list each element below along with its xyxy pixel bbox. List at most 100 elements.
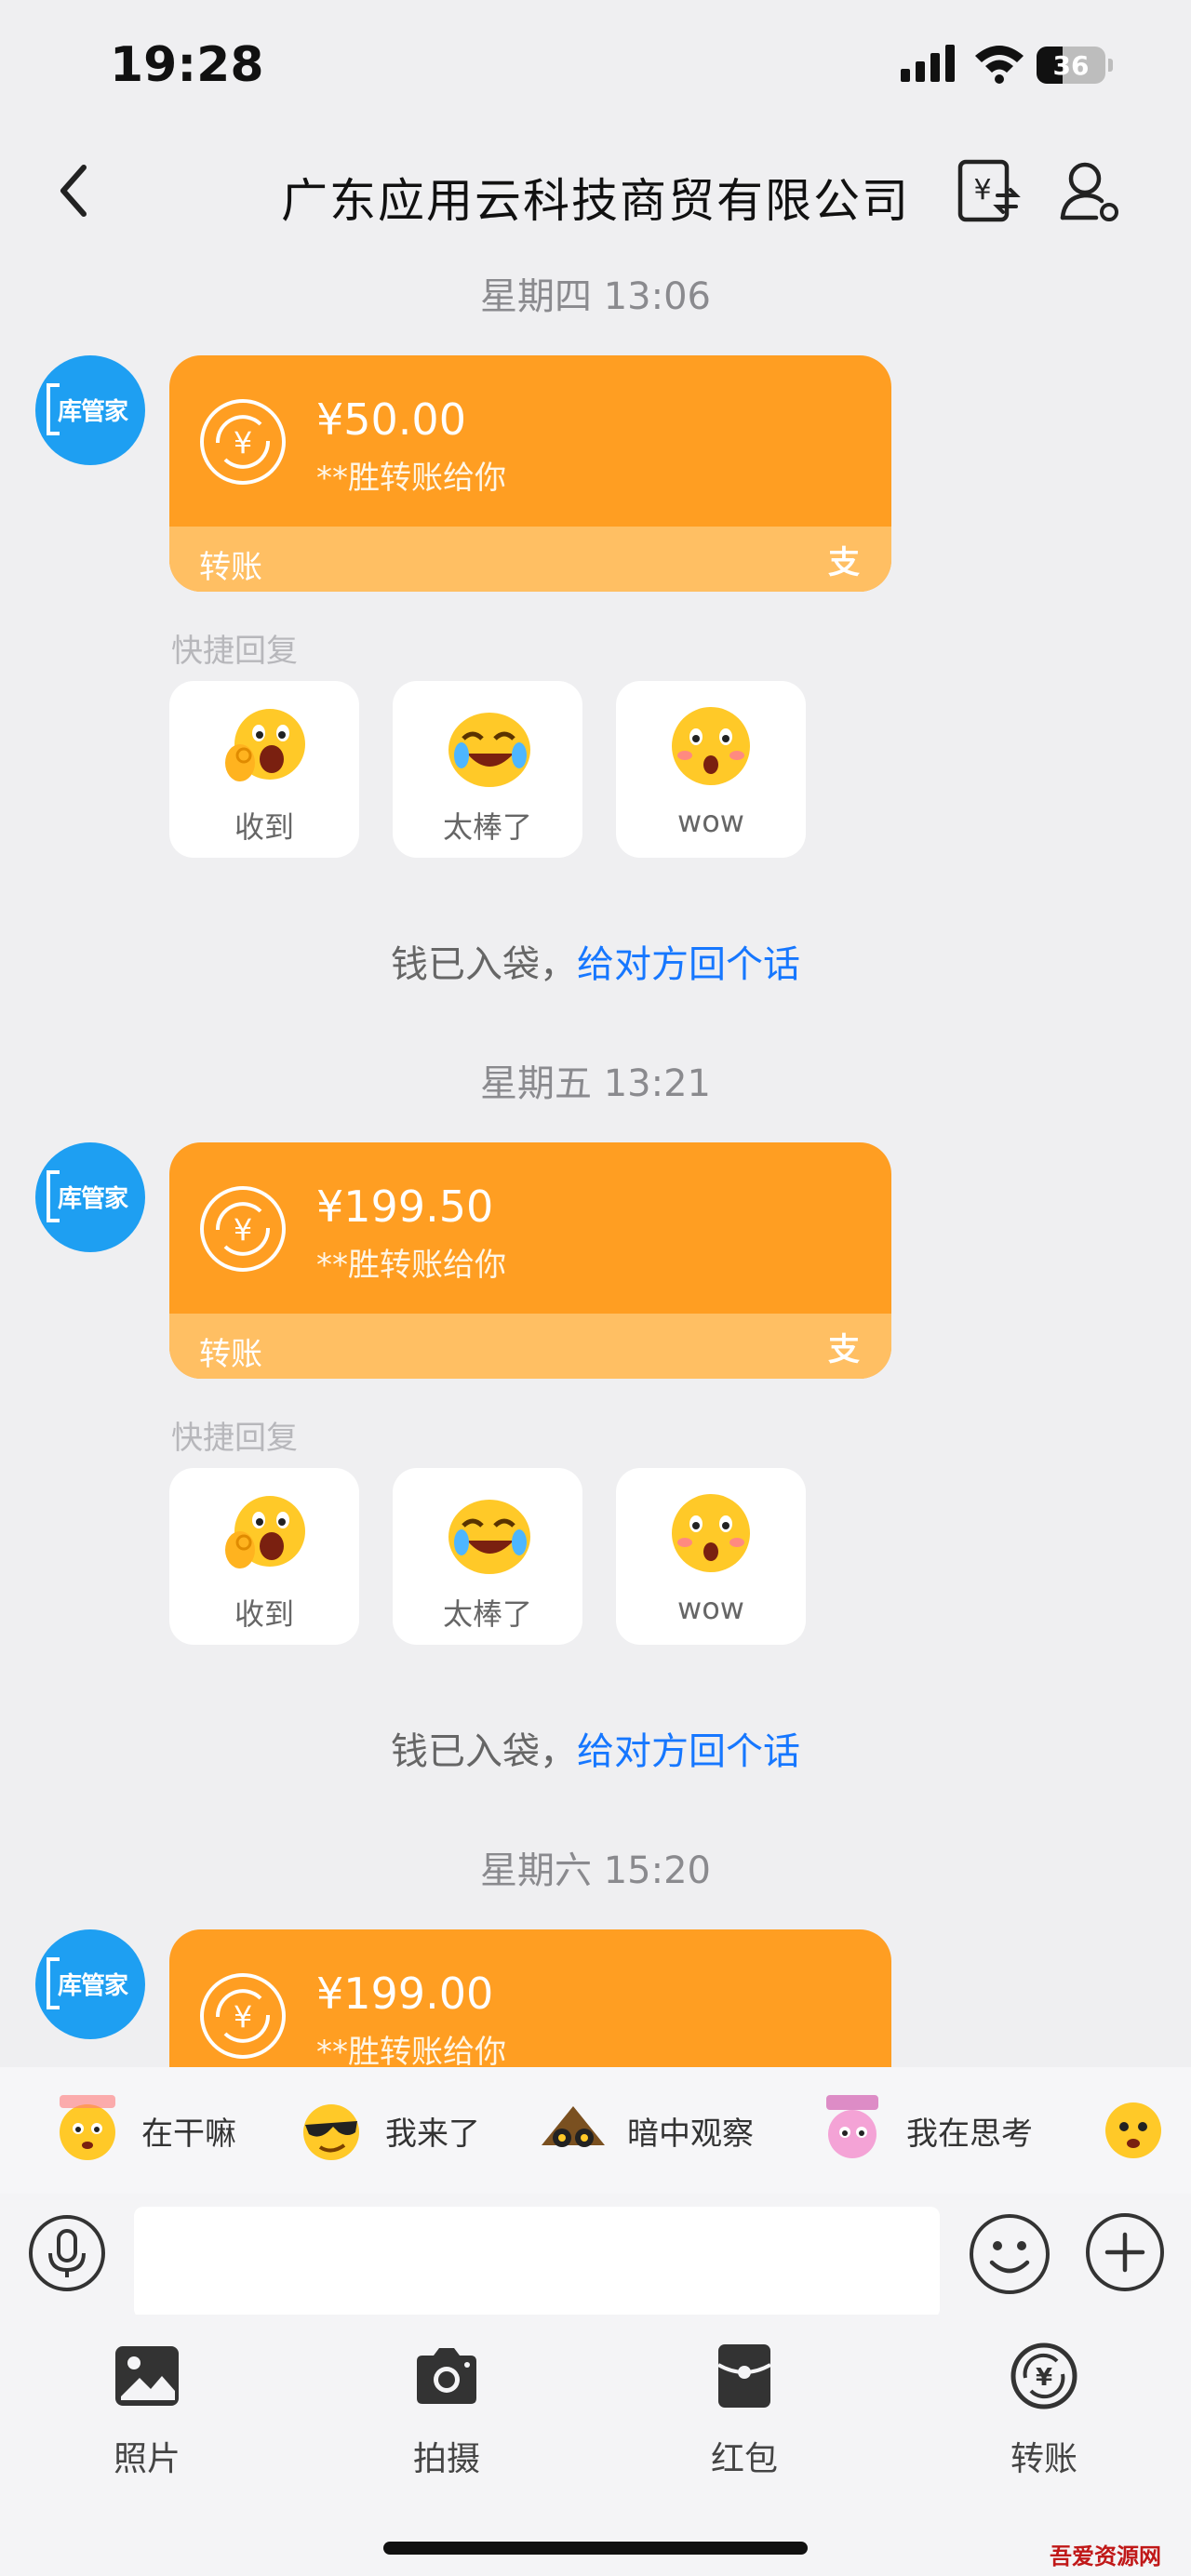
battery-level: 36: [1052, 50, 1090, 81]
sticker-label: 暗中观察: [627, 2116, 754, 2153]
camera-icon: [417, 2348, 476, 2404]
sticker-what-doing[interactable]: 在干嘛: [52, 2093, 257, 2168]
transfer-card[interactable]: ¥ ¥50.00 **胜转账给你 转账 支: [169, 355, 891, 592]
svg-text:支: 支: [828, 1331, 860, 1368]
alipay-logo-icon: 支: [828, 1331, 860, 1368]
more-plus-icon[interactable]: [1085, 2212, 1165, 2292]
quick-reply-text: 收到: [234, 809, 294, 845]
action-label: 拍摄: [412, 2440, 480, 2478]
quick-reply-label: 快捷回复: [171, 633, 298, 670]
quick-reply-wow[interactable]: wow: [616, 681, 806, 858]
message-timestamp: 星期五 13:21: [480, 1062, 711, 1105]
quick-reply-great[interactable]: 太棒了: [393, 681, 582, 858]
chat-profile-icon[interactable]: [1057, 158, 1124, 225]
status-time: 19:28: [110, 37, 264, 93]
action-transfer[interactable]: ¥ 转账: [970, 2342, 1118, 2482]
quick-reply-wow[interactable]: wow: [616, 1468, 806, 1645]
transfer-amount: ¥199.50: [316, 1181, 494, 1232]
home-indicator[interactable]: [383, 2542, 808, 2555]
message-input[interactable]: [134, 2207, 940, 2318]
quick-reply-text: 收到: [234, 1596, 294, 1632]
surprised-face-emoji-icon: [672, 707, 750, 785]
quick-reply-text: wow: [677, 804, 744, 839]
action-label: 红包: [710, 2440, 778, 2478]
message-timestamp: 星期六 15:20: [480, 1849, 711, 1892]
chat-title: 广东应用云科技商贸有限公司: [281, 174, 910, 228]
action-photos[interactable]: 照片: [73, 2342, 221, 2482]
ok-hand-emoji-icon: [225, 1496, 305, 1568]
transfer-card[interactable]: ¥ ¥199.00 **胜转账给你: [169, 1929, 891, 2067]
sticker-label: 我在思考: [906, 2116, 1033, 2153]
transfer-note: **胜转账给你: [316, 2034, 506, 2067]
quick-reply-received[interactable]: 收到: [169, 681, 359, 858]
sunglasses-face-emoji-icon: [303, 2104, 359, 2160]
sticker-suggestion-strip: 在干嘛 我来了 暗中观察 我在思考: [0, 2067, 1191, 2194]
transfer-card-footer: 转账 支: [169, 1314, 891, 1379]
svg-text:支: 支: [828, 544, 860, 581]
received-text: 钱已入袋，: [391, 943, 577, 986]
watermark: 吾爱资源网: [1050, 2543, 1161, 2569]
action-red-packet[interactable]: 红包: [670, 2342, 819, 2482]
wifi-icon: [975, 46, 1024, 84]
received-notice: 钱已入袋，给对方回个话: [0, 934, 1191, 988]
thinking-face-emoji-icon: [826, 2095, 878, 2158]
sticker-thinking[interactable]: 我在思考: [817, 2093, 1059, 2168]
photo-icon: [115, 2346, 179, 2406]
transfer-card-footer: 转账 支: [169, 527, 891, 592]
transfer-note: **胜转账给你: [316, 460, 506, 497]
action-label: 照片: [113, 2440, 181, 2478]
transfer-icon: ¥: [1010, 2342, 1077, 2409]
battery-icon: 36: [1037, 47, 1113, 84]
transfer-card[interactable]: ¥ ¥199.50 **胜转账给你 转账 支: [169, 1142, 891, 1379]
transfer-note: **胜转账给你: [316, 1247, 506, 1284]
reply-link[interactable]: 给对方回个话: [577, 943, 800, 986]
sticker-partial[interactable]: [1098, 2093, 1191, 2168]
voice-mic-icon[interactable]: [28, 2214, 106, 2292]
svg-text:¥: ¥: [973, 174, 991, 207]
reply-link[interactable]: 给对方回个话: [577, 1730, 800, 1773]
sender-avatar[interactable]: 库管家: [35, 355, 145, 465]
scared-face-emoji-icon: [1105, 2102, 1161, 2158]
transfer-kind-label: 转账: [199, 549, 262, 586]
tears-of-joy-emoji-icon: [448, 1500, 530, 1574]
tears-of-joy-emoji-icon: [448, 713, 530, 787]
red-packet-icon: [717, 2344, 771, 2408]
sticker-label: 在干嘛: [141, 2116, 236, 2153]
sticker-here-i-come[interactable]: 我来了: [296, 2093, 501, 2168]
received-text: 钱已入袋，: [391, 1730, 577, 1773]
surprised-face-emoji-icon: [672, 1494, 750, 1572]
curious-face-emoji-icon: [60, 2095, 115, 2160]
cellular-signal-icon: [901, 45, 955, 82]
svg-text:¥: ¥: [1036, 2364, 1052, 2392]
message-timestamp: 星期四 13:06: [480, 275, 711, 318]
alipay-logo-icon: 支: [828, 544, 860, 581]
svg-text:¥: ¥: [234, 1999, 252, 2035]
peeking-binoculars-emoji-icon: [542, 2106, 605, 2147]
transfer-kind-label: 转账: [199, 1336, 262, 1373]
ok-hand-emoji-icon: [225, 709, 305, 781]
quick-reply-great[interactable]: 太棒了: [393, 1468, 582, 1645]
transfer-record-icon[interactable]: ¥: [955, 158, 1022, 225]
transfer-coin-icon: ¥: [200, 399, 286, 485]
action-bar: 照片 拍摄 红包 ¥ 转账: [0, 2315, 1191, 2576]
sticker-secretly-watching[interactable]: 暗中观察: [538, 2093, 780, 2168]
emoji-icon[interactable]: [968, 2212, 1051, 2296]
sticker-label: 我来了: [385, 2116, 480, 2153]
back-chevron-icon[interactable]: [50, 158, 97, 223]
action-camera[interactable]: 拍摄: [372, 2342, 521, 2482]
quick-reply-received[interactable]: 收到: [169, 1468, 359, 1645]
transfer-amount: ¥50.00: [316, 394, 466, 445]
quick-reply-text: wow: [677, 1591, 744, 1626]
message-input-bar: [0, 2194, 1191, 2318]
status-bar: 19:28 36: [0, 0, 1191, 130]
quick-reply-label: 快捷回复: [171, 1420, 298, 1457]
sender-avatar[interactable]: 库管家: [35, 1142, 145, 1252]
received-notice: 钱已入袋，给对方回个话: [0, 1721, 1191, 1775]
transfer-coin-icon: ¥: [200, 1973, 286, 2059]
quick-reply-text: 太棒了: [442, 1596, 532, 1632]
sender-avatar[interactable]: 库管家: [35, 1929, 145, 2039]
transfer-amount: ¥199.00: [316, 1969, 494, 2019]
transfer-coin-icon: ¥: [200, 1186, 286, 1272]
quick-reply-text: 太棒了: [442, 809, 532, 845]
svg-text:¥: ¥: [234, 425, 252, 460]
